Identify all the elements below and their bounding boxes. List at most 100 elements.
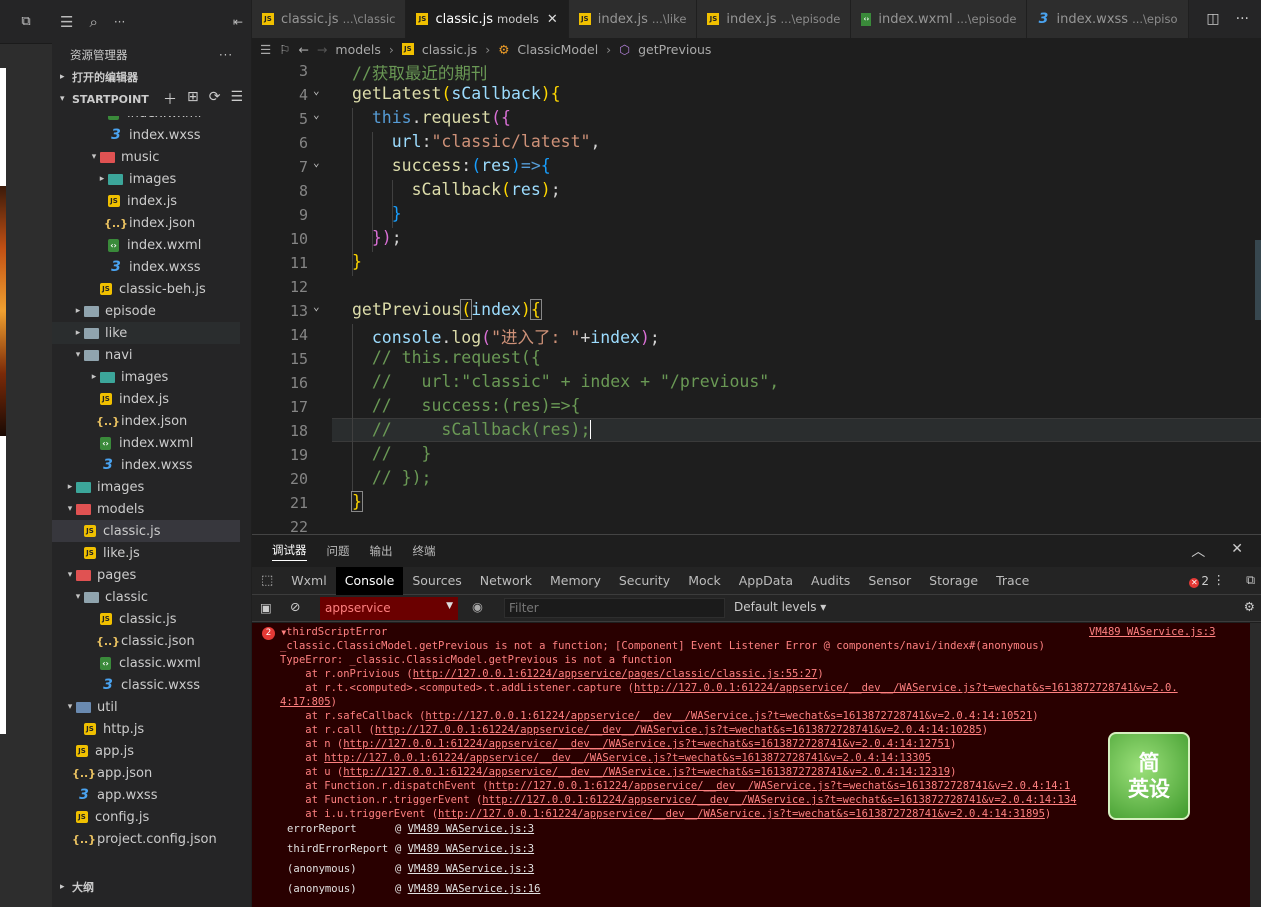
stack-link[interactable]: http://127.0.0.1:61224/appservice/__dev_… (324, 752, 931, 764)
devtools-tab[interactable]: Sources (403, 567, 470, 595)
report-link[interactable]: VM489 WAService.js:3 (408, 823, 534, 835)
menu-icon[interactable]: ☰ (60, 13, 73, 31)
settings-icon[interactable]: ⚙ (1244, 599, 1255, 614)
list-icon[interactable]: ☰ (260, 42, 271, 57)
tree-item[interactable]: ▾ models (52, 498, 240, 520)
close-tab-icon[interactable]: ✕ (547, 12, 558, 27)
outline-section[interactable]: ▸ 大纲 (52, 876, 252, 898)
editor-tab[interactable]: JS index.js ...\episode (697, 0, 852, 38)
devtools-tab[interactable]: Memory (541, 567, 610, 595)
devtools-tab[interactable]: Storage (920, 567, 987, 595)
collapse-all-icon[interactable]: ☰ (230, 89, 243, 109)
more-icon[interactable]: ··· (114, 15, 125, 29)
inspect-icon[interactable]: ⬚ (252, 567, 282, 595)
close-icon[interactable]: ✕ (1231, 541, 1243, 561)
tree-item[interactable]: ▸ episode (52, 300, 240, 322)
bookmark-icon[interactable]: ⚐ (279, 42, 290, 57)
tree-item[interactable]: JS index.js (52, 190, 240, 212)
clear-console-icon[interactable]: ⊘ (290, 599, 300, 614)
tree-item[interactable]: {..} index.json (52, 212, 240, 234)
tree-item[interactable]: JS like.js (52, 542, 240, 564)
tree-item[interactable]: {..} classic.json (52, 630, 240, 652)
tree-item[interactable]: JS classic.js (52, 608, 240, 630)
new-file-icon[interactable]: ＋ (163, 89, 177, 109)
tree-item[interactable]: JS app.js (52, 740, 240, 762)
ime-badge[interactable]: 简 英设 (1108, 732, 1190, 820)
report-link[interactable]: VM489 WAService.js:16 (408, 883, 541, 895)
tree-item[interactable]: {..} index.json (52, 410, 240, 432)
tab-debugger[interactable]: 调试器 (272, 542, 307, 561)
dock-icon[interactable]: ⧉ (1246, 572, 1255, 588)
stack-link[interactable]: http://127.0.0.1:61224/appservice/__dev_… (489, 780, 1071, 792)
tab-output[interactable]: 输出 (370, 543, 393, 559)
editor-tab[interactable]: JS classic.js ...\classic (252, 0, 407, 38)
editor-tab[interactable]: ‹› index.wxml ...\episode (851, 0, 1028, 38)
stack-link[interactable]: http://127.0.0.1:61224/appservice/__dev_… (343, 738, 950, 750)
tree-item[interactable]: 3 classic.wxss (52, 674, 240, 696)
fold-icon[interactable]: ⌄ (313, 84, 320, 97)
eye-icon[interactable]: ◉ (472, 599, 483, 614)
devtools-tab[interactable]: Security (610, 567, 679, 595)
tree-item[interactable]: ‹› index.wxml (52, 432, 240, 454)
devtools-tab[interactable]: Console (335, 566, 404, 595)
tree-item[interactable]: JS http.js (52, 718, 240, 740)
stack-link[interactable]: http://127.0.0.1:61224/appservice/__dev_… (343, 766, 950, 778)
console-scrollbar[interactable] (1250, 623, 1261, 907)
crumb-file[interactable]: classic.js (422, 42, 477, 57)
source-link[interactable]: VM489 WAService.js:3 (1089, 626, 1215, 638)
report-link[interactable]: VM489 WAService.js:3 (408, 843, 534, 855)
tree-item[interactable]: ▾ util (52, 696, 240, 718)
new-folder-icon[interactable]: ⊞ (187, 89, 199, 109)
tab-problems[interactable]: 问题 (327, 543, 350, 559)
more-icon[interactable]: ··· (1236, 11, 1249, 27)
code-editor[interactable]: 3 4 5 6 7 8 9 10 11 12 13 14 15 16 17 18 19 20 21 22 ⌄ ⌄ ⌄ … (252, 60, 1261, 534)
tree-item[interactable]: ▸ images (52, 168, 240, 190)
tree-item[interactable]: ▾ classic (52, 586, 240, 608)
forward-icon[interactable]: → (317, 42, 327, 57)
stack-link[interactable]: 4:17:805 (280, 696, 331, 708)
tree-item[interactable]: JS classic-beh.js (52, 278, 240, 300)
stack-link[interactable]: http://127.0.0.1:61224/appservice/__dev_… (425, 710, 1032, 722)
tree-item[interactable]: 3 index.wxss (52, 256, 240, 278)
project-section[interactable]: ▾ STARTPOINT ＋ ⊞ ⟳ ☰ (52, 88, 251, 110)
tree-item[interactable]: 3 index.wxss (52, 124, 240, 146)
tree-item[interactable]: ▾ navi (52, 344, 240, 366)
tree-item[interactable]: ▸ like (52, 322, 240, 344)
filter-input[interactable]: Filter (504, 598, 725, 618)
tree-item[interactable]: ▸ images (52, 366, 240, 388)
devtools-tab[interactable]: AppData (730, 567, 802, 595)
devtools-tab[interactable]: Mock (679, 567, 730, 595)
explorer-more-icon[interactable]: ··· (219, 48, 233, 62)
chevron-up-icon[interactable]: ︿ (1191, 541, 1205, 561)
devtools-tab[interactable]: Sensor (859, 567, 920, 595)
more-icon[interactable]: ⋮ (1213, 572, 1226, 587)
error-title[interactable]: thirdScriptError (286, 626, 387, 638)
crumb-class[interactable]: ClassicModel (517, 42, 598, 57)
tree-item[interactable]: ‹› classic.wxml (52, 652, 240, 674)
stack-link[interactable]: http://127.0.0.1:61224/appservice/__dev_… (634, 682, 1178, 694)
stack-link[interactable]: http://127.0.0.1:61224/appservice/pages/… (413, 668, 818, 680)
fold-icon[interactable]: ⌄ (313, 156, 320, 169)
editor-tab[interactable]: JS index.js ...\like (568, 0, 698, 38)
collapse-panel-icon[interactable]: ⇤ (233, 15, 243, 29)
open-editors-section[interactable]: ▸ 打开的编辑器 (52, 66, 251, 88)
stack-link[interactable]: http://127.0.0.1:61224/appservice/__dev_… (375, 724, 982, 736)
split-editor-icon[interactable]: ◫ (1206, 11, 1219, 27)
crumb-folder[interactable]: models (335, 42, 380, 57)
tree-item[interactable]: {..}sitemap.json (52, 850, 240, 855)
stack-link[interactable]: http://127.0.0.1:61224/appservice/__dev_… (438, 808, 1045, 820)
devtools-tab[interactable]: Trace (987, 567, 1038, 595)
tree-item[interactable]: ‹› index.wxml (52, 234, 240, 256)
fold-icon[interactable]: ⌄ (313, 300, 320, 313)
layout-icon[interactable]: ⧉ (21, 14, 30, 29)
minimap[interactable] (1255, 240, 1261, 320)
tree-item[interactable]: ▸ images (52, 476, 240, 498)
tree-item[interactable]: ▾ music (52, 146, 240, 168)
tree-item[interactable]: JS classic.js (52, 520, 240, 542)
editor-tab[interactable]: 3 index.wxss ...\episo (1027, 0, 1189, 38)
tree-item[interactable]: JS index.js (52, 388, 240, 410)
tree-item[interactable]: {..} app.json (52, 762, 240, 784)
error-count-badge[interactable]: ✕ 2 (1189, 574, 1209, 588)
search-icon[interactable]: ⌕ (89, 13, 97, 31)
devtools-tab[interactable]: Audits (802, 567, 859, 595)
